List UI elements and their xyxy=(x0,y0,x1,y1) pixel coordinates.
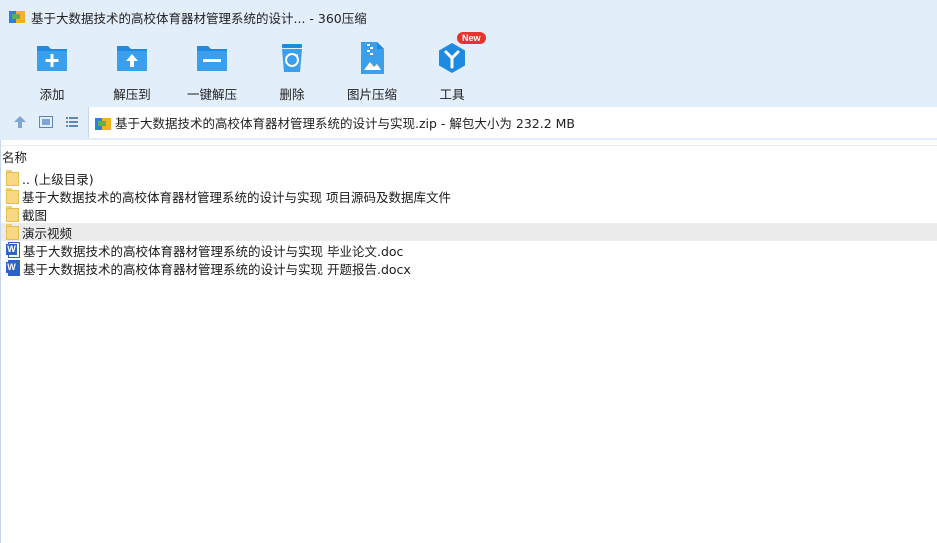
tools-icon: New xyxy=(434,32,486,76)
recycle-bin-icon xyxy=(274,40,310,76)
app-logo-icon xyxy=(9,9,25,25)
toolbar: 添加 解压到 一键解压 删除 图片压缩 New 工具 xyxy=(0,32,937,104)
list-item-label: 基于大数据技术的高校体育器材管理系统的设计与实现 项目源码及数据库文件 xyxy=(22,189,451,205)
address-text: 基于大数据技术的高校体育器材管理系统的设计与实现.zip - 解包大小为 232… xyxy=(115,116,575,131)
file-list: 名称 .. (上级目录) 基于大数据技术的高校体育器材管理系统的设计与实现 项目… xyxy=(0,140,937,543)
up-arrow-icon[interactable] xyxy=(11,113,29,131)
add-label: 添加 xyxy=(39,87,65,102)
one-click-extract-button[interactable]: 一键解压 xyxy=(172,40,252,102)
thumbnail-view-icon[interactable] xyxy=(37,113,55,131)
navigation-bar: 基于大数据技术的高校体育器材管理系统的设计与实现.zip - 解包大小为 232… xyxy=(0,104,937,140)
add-folder-icon xyxy=(34,40,70,76)
list-item-label: .. (上级目录) xyxy=(22,171,94,187)
list-item-label: 截图 xyxy=(22,207,48,223)
title-bar: 基于大数据技术的高校体育器材管理系统的设计... - 360压缩 xyxy=(0,0,937,34)
extract-folder-icon xyxy=(114,40,150,76)
one-click-extract-icon xyxy=(194,40,230,76)
folder-icon xyxy=(6,205,20,223)
list-item-parent-dir[interactable]: .. (上级目录) xyxy=(1,169,937,187)
tools-label: 工具 xyxy=(439,87,465,102)
list-item-label: 基于大数据技术的高校体育器材管理系统的设计与实现 开题报告.docx xyxy=(23,261,411,277)
tools-button[interactable]: New 工具 xyxy=(412,32,492,102)
address-bar[interactable]: 基于大数据技术的高校体育器材管理系统的设计与实现.zip - 解包大小为 232… xyxy=(88,107,937,138)
list-item-label: 演示视频 xyxy=(22,225,73,241)
column-header-name[interactable]: 名称 xyxy=(1,147,27,165)
archive-icon xyxy=(95,115,111,131)
image-compress-icon xyxy=(354,40,390,76)
extract-to-button[interactable]: 解压到 xyxy=(92,40,172,102)
list-item[interactable]: W 基于大数据技术的高校体育器材管理系统的设计与实现 开题报告.docx xyxy=(1,259,937,277)
image-compress-label: 图片压缩 xyxy=(346,87,397,102)
window-title: 基于大数据技术的高校体育器材管理系统的设计... - 360压缩 xyxy=(31,10,367,26)
delete-label: 删除 xyxy=(279,87,305,102)
add-button[interactable]: 添加 xyxy=(12,40,92,102)
new-badge: New xyxy=(457,32,486,44)
folder-icon xyxy=(6,169,20,187)
word-docx-icon: W xyxy=(6,259,21,277)
list-item[interactable]: W 基于大数据技术的高校体育器材管理系统的设计与实现 毕业论文.doc xyxy=(1,241,937,259)
delete-button[interactable]: 删除 xyxy=(252,40,332,102)
list-item[interactable]: 截图 xyxy=(1,205,937,223)
extract-to-label: 解压到 xyxy=(113,87,151,102)
folder-icon xyxy=(6,223,20,241)
one-click-extract-label: 一键解压 xyxy=(186,87,237,102)
folder-icon xyxy=(6,187,20,205)
header-divider xyxy=(1,145,937,146)
list-item[interactable]: 基于大数据技术的高校体育器材管理系统的设计与实现 项目源码及数据库文件 xyxy=(1,187,937,205)
image-compress-button[interactable]: 图片压缩 xyxy=(332,40,412,102)
word-doc-icon: W xyxy=(6,241,21,259)
list-item-label: 基于大数据技术的高校体育器材管理系统的设计与实现 毕业论文.doc xyxy=(23,243,404,259)
list-view-icon[interactable] xyxy=(63,113,81,131)
list-item-selected[interactable]: 演示视频 xyxy=(1,223,937,241)
